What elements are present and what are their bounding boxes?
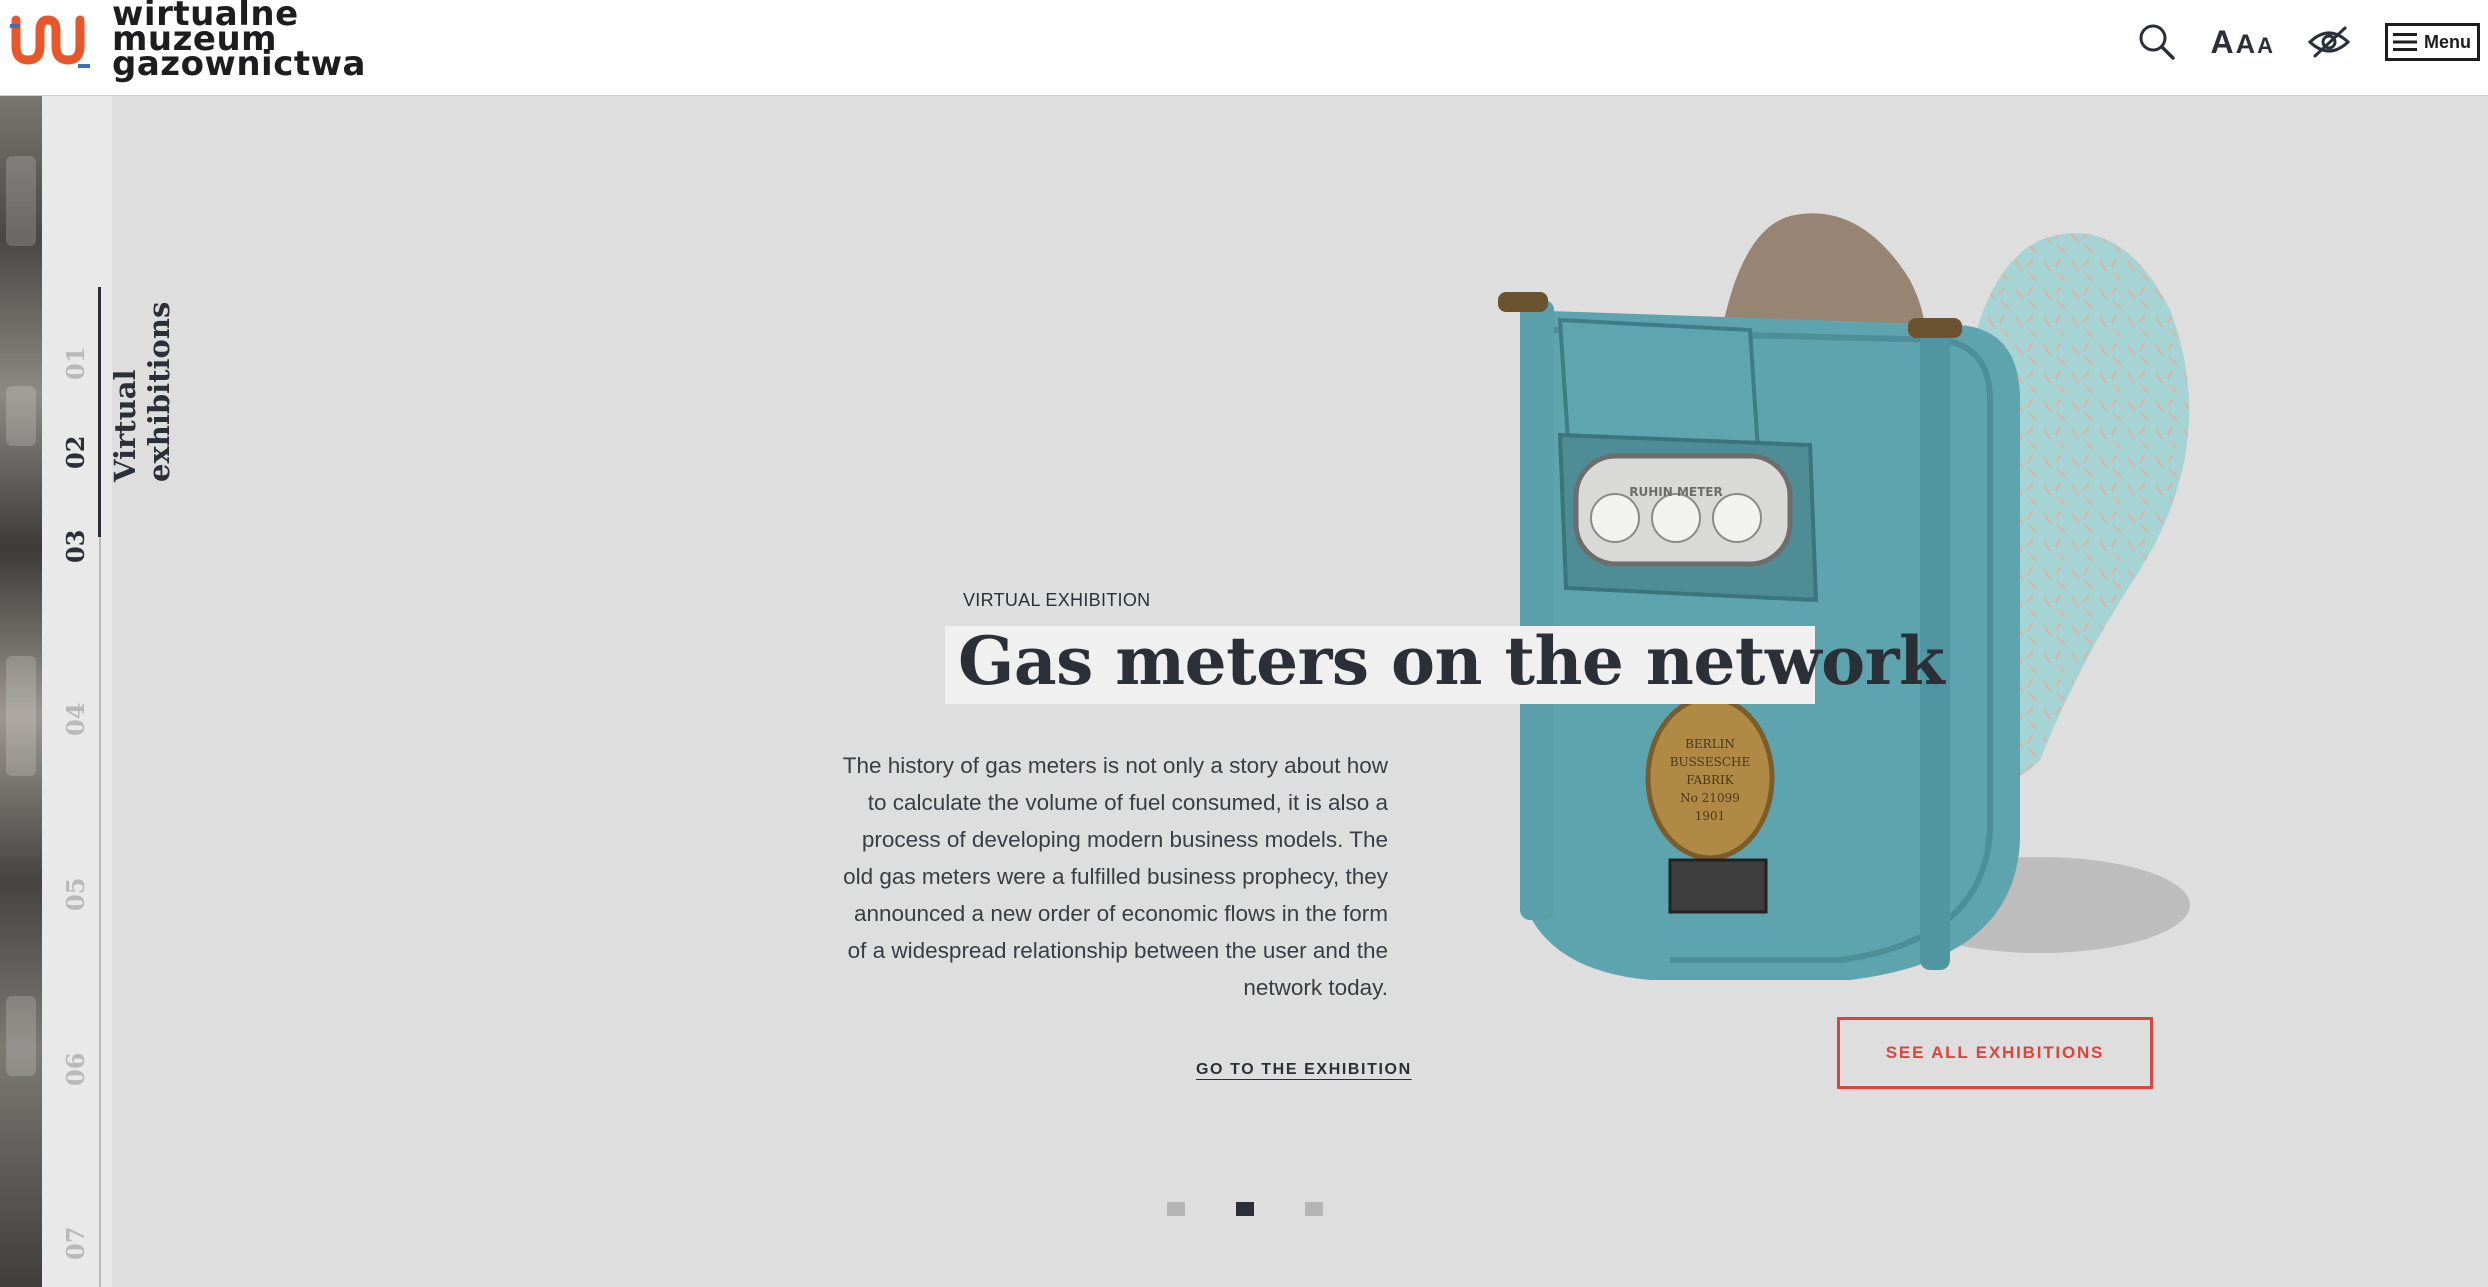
see-all-exhibitions-button[interactable]: SEE ALL EXHIBITIONS — [1837, 1017, 2153, 1089]
nav-number-04[interactable]: 04 — [56, 703, 96, 736]
nav-number-02[interactable]: 02 — [56, 436, 96, 469]
slider-pager — [1167, 1202, 1374, 1216]
pipe-shape — [6, 656, 36, 776]
nav-number-05[interactable]: 05 — [56, 878, 96, 911]
font-size-large: A — [2210, 23, 2234, 60]
nav-number-07[interactable]: 07 — [56, 1227, 96, 1260]
nav-section-line-1: Virtual — [108, 369, 142, 482]
meter-plate-line-5: 1901 — [1695, 809, 1726, 823]
pipe-shape — [6, 156, 36, 246]
museum-logo-text[interactable]: wirtualne muzeum gazownictwa — [112, 0, 366, 84]
pipe-shape — [6, 996, 36, 1076]
nav-active-line — [98, 287, 101, 537]
search-icon — [2139, 24, 2175, 60]
pipe-shape — [6, 386, 36, 446]
search-button[interactable] — [2137, 22, 2177, 62]
nav-number-03[interactable]: 03 — [56, 530, 96, 563]
slide-title: Gas meters on the network — [958, 622, 1945, 700]
font-size-small: A — [2257, 32, 2273, 58]
meter-plate-line-2: BUSSESCHE — [1670, 755, 1751, 769]
gas-meter-illustration: RUHIN METER BERLIN BUSSESCHE FABRIK No 2… — [1498, 213, 2190, 980]
meter-dial-label: RUHIN METER — [1629, 485, 1722, 499]
industrial-photo-strip — [0, 96, 42, 1287]
hamburger-icon — [2393, 33, 2417, 51]
menu-button[interactable]: Menu — [2385, 23, 2480, 61]
font-size-medium: A — [2235, 28, 2256, 59]
meter-plate-line-4: No 21099 — [1680, 791, 1740, 805]
nav-section-label[interactable]: Virtual exhibitions — [108, 302, 176, 482]
pager-dot-1[interactable] — [1167, 1202, 1185, 1216]
slide-description: The history of gas meters is not only a … — [842, 753, 1388, 1000]
nav-number-01[interactable]: 01 — [56, 347, 96, 380]
header-tools: A A A Menu — [2103, 20, 2480, 64]
pager-dot-3[interactable] — [1305, 1202, 1323, 1216]
menu-label: Menu — [2424, 31, 2471, 52]
site-header: wirtualne muzeum gazownictwa A A A Menu — [0, 0, 2488, 96]
font-size-button[interactable]: A A A — [2211, 24, 2274, 61]
slide-eyebrow: VIRTUAL EXHIBITION — [963, 590, 1151, 610]
go-to-exhibition-link[interactable]: GO TO THE EXHIBITION — [1196, 1061, 1412, 1079]
contrast-button[interactable] — [2307, 24, 2351, 60]
museum-logo-icon[interactable] — [10, 8, 90, 72]
pager-dot-2[interactable] — [1236, 1202, 1254, 1216]
logo-line-3: gazownictwa — [112, 44, 366, 84]
nav-section-line-2: exhibitions — [142, 301, 176, 482]
vertical-nav — [42, 96, 112, 1287]
eye-slash-icon — [2307, 26, 2351, 58]
meter-plate-line-1: BERLIN — [1685, 737, 1735, 751]
meter-plate-line-3: FABRIK — [1686, 773, 1735, 787]
nav-number-06[interactable]: 06 — [56, 1053, 96, 1086]
